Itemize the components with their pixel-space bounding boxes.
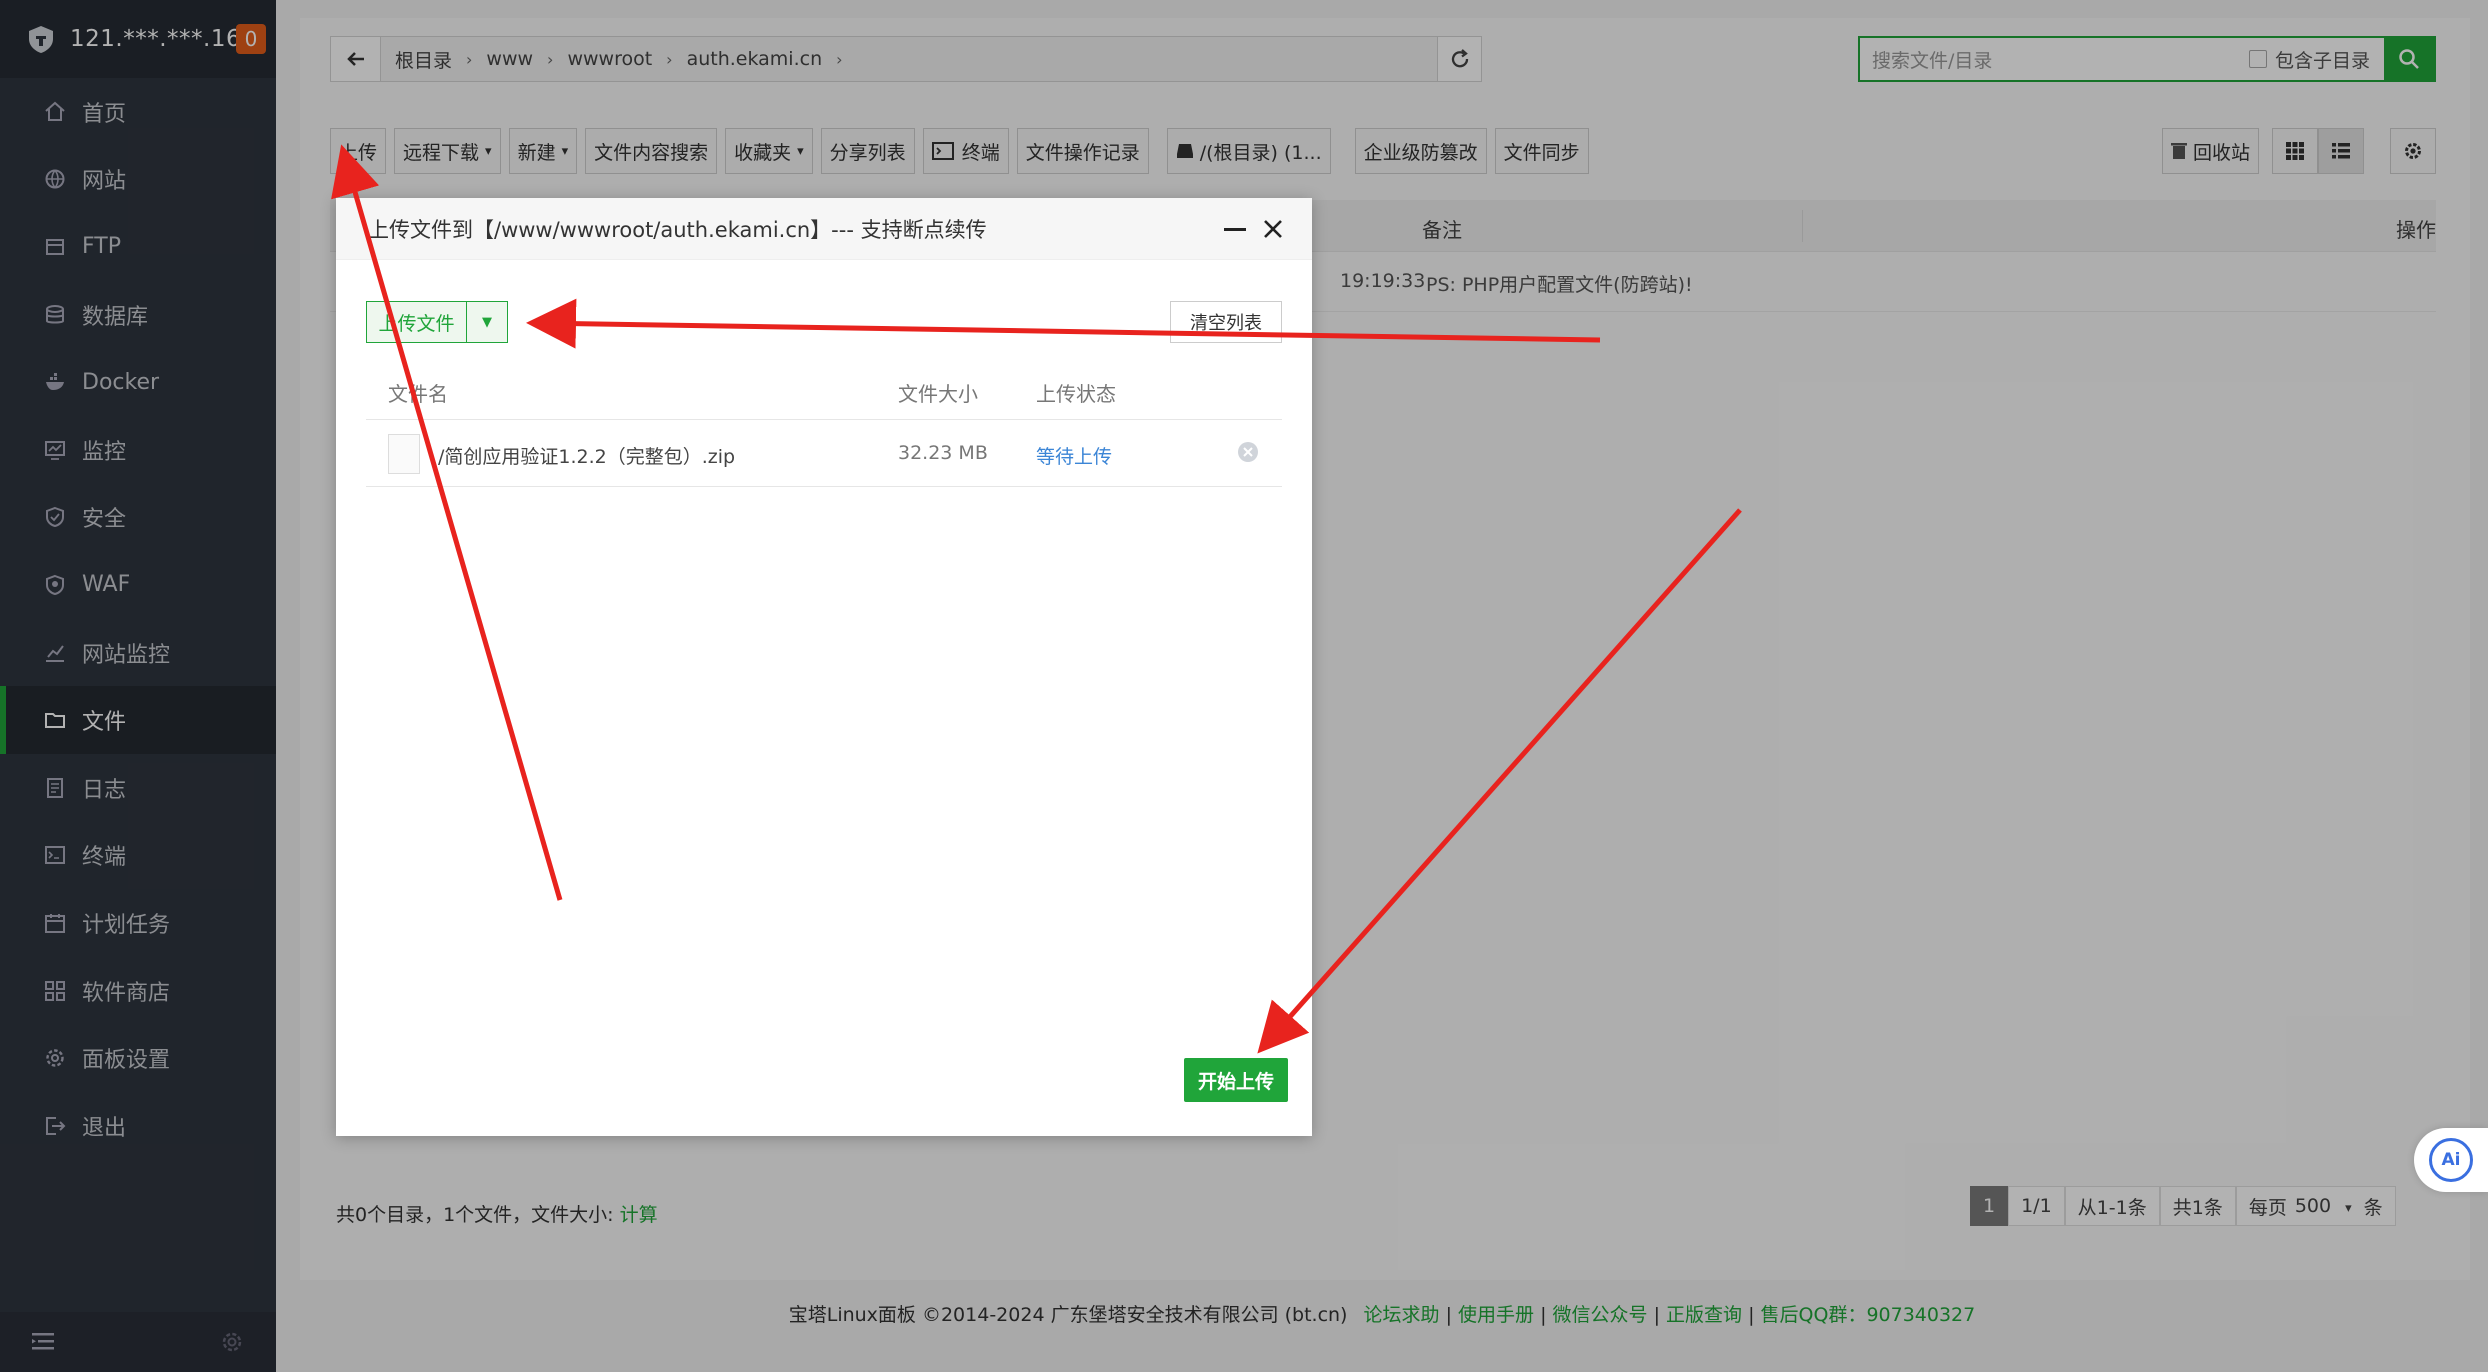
remove-file-icon[interactable] bbox=[1236, 440, 1260, 464]
upload-file-status: 等待上传 bbox=[1036, 446, 1113, 468]
filename-column-header: 文件名 bbox=[388, 382, 448, 406]
close-icon[interactable] bbox=[1260, 216, 1286, 242]
dialog-header: 上传文件到【/www/wwwroot/auth.ekami.cn】--- 支持断… bbox=[336, 198, 1312, 260]
ai-icon: Ai bbox=[2429, 1138, 2473, 1182]
status-column-header: 上传状态 bbox=[1036, 382, 1116, 406]
ai-assistant-button[interactable]: Ai bbox=[2414, 1128, 2488, 1192]
start-upload-button[interactable]: 开始上传 bbox=[1184, 1058, 1288, 1102]
minimize-icon[interactable] bbox=[1224, 228, 1246, 231]
upload-file-row: /简创应用验证1.2.2（完整包）.zip 32.23 MB 等待上传 bbox=[366, 420, 1282, 486]
file-icon bbox=[388, 434, 420, 474]
upload-file-name: /简创应用验证1.2.2（完整包）.zip bbox=[438, 446, 736, 468]
filesize-column-header: 文件大小 bbox=[898, 382, 978, 406]
upload-file-button[interactable]: 上传文件 ▼ bbox=[366, 301, 508, 343]
upload-file-label[interactable]: 上传文件 bbox=[367, 302, 467, 342]
dialog-title: 上传文件到【/www/wwwroot/auth.ekami.cn】--- 支持断… bbox=[368, 217, 987, 242]
divider bbox=[366, 486, 1282, 487]
clear-list-button[interactable]: 清空列表 bbox=[1170, 301, 1282, 343]
upload-file-size: 32.23 MB bbox=[898, 442, 988, 464]
caret-down-icon[interactable]: ▼ bbox=[467, 302, 507, 342]
upload-dialog: 上传文件到【/www/wwwroot/auth.ekami.cn】--- 支持断… bbox=[336, 198, 1312, 1136]
